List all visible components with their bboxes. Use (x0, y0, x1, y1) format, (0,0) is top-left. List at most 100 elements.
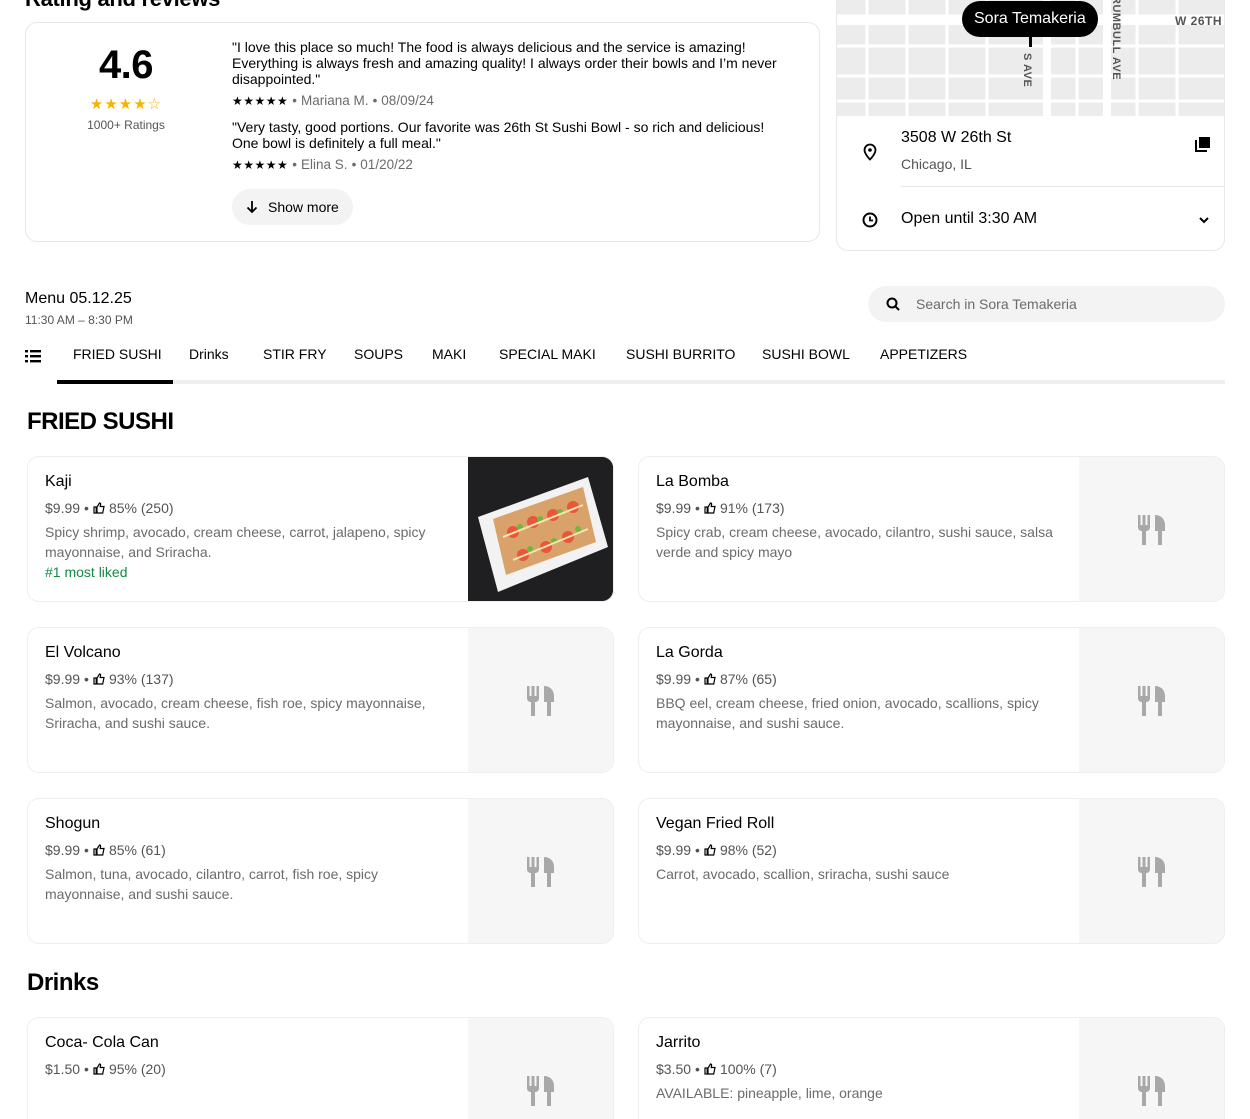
tab-active-indicator (57, 380, 173, 384)
separator: • (372, 93, 378, 108)
item-likes: 85% (61) (108, 842, 166, 858)
item-meta: $9.99 • 87% (65) (656, 671, 777, 687)
menu-item-card[interactable]: Shogun $9.99 • 85% (61) Salmon, tuna, av… (27, 798, 614, 944)
item-meta: $1.50 • 95% (20) (45, 1061, 166, 1077)
menu-item-card[interactable]: Vegan Fried Roll $9.99 • 98% (52) Carrot… (638, 798, 1225, 944)
store-address: 3508 W 26th St (901, 129, 1012, 146)
menu-item-card[interactable]: Jarrito $3.50 • 100% (7) AVAILABLE: pine… (638, 1017, 1225, 1119)
tab-appetizers[interactable]: APPETIZERS (880, 346, 967, 362)
copy-icon[interactable] (1194, 135, 1212, 153)
map-street-label: S AVE (1021, 53, 1033, 88)
item-placeholder-image (468, 1018, 613, 1119)
item-name: Jarrito (656, 1034, 701, 1051)
search-input[interactable] (916, 296, 1196, 312)
list-icon[interactable] (25, 348, 41, 364)
review-date: 01/20/22 (360, 157, 413, 172)
separator: • (84, 842, 89, 858)
separator: • (695, 671, 700, 687)
item-price: $9.99 (656, 671, 692, 687)
thumbs-up-icon (704, 673, 716, 685)
review-item: "Very tasty, good portions. Our favorite… (232, 119, 787, 172)
item-photo (468, 457, 613, 601)
item-price: $9.99 (45, 500, 81, 516)
item-likes: 98% (52) (719, 842, 777, 858)
menu-hours: 11:30 AM – 8:30 PM (25, 313, 133, 327)
review-meta: ★★★★★ • Elina S. • 01/20/22 (232, 157, 787, 172)
review-text: "Very tasty, good portions. Our favorite… (232, 119, 765, 151)
item-meta: $3.50 • 100% (7) (656, 1061, 777, 1077)
item-description: Carrot, avocado, scallion, sriracha, sus… (656, 866, 950, 882)
ratings-card: 4.6 ★★★★☆ 1000+ Ratings "I love this pla… (25, 22, 820, 242)
menu-item-card[interactable]: La Bomba $9.99 • 91% (173) Spicy crab, c… (638, 456, 1225, 602)
store-hours: Open until 3:30 AM (901, 210, 1038, 227)
item-name: Coca- Cola Can (45, 1034, 159, 1051)
item-description: Spicy crab, cream cheese, avocado, cilan… (656, 524, 1053, 560)
menu-item-card[interactable]: Coca- Cola Can $1.50 • 95% (20) (27, 1017, 614, 1119)
ratings-section-title: Rating and reviews (25, 0, 220, 12)
tab-drinks[interactable]: Drinks (189, 346, 229, 362)
separator: • (84, 671, 89, 687)
item-name: Vegan Fried Roll (656, 815, 775, 832)
separator: • (84, 1061, 89, 1077)
menu-item-card[interactable]: El Volcano $9.99 • 93% (137) Salmon, avo… (27, 627, 614, 773)
chevron-down-icon[interactable] (1196, 212, 1212, 228)
map[interactable]: W 26TH S AVE RUMBULL AVE Sora Temakeria (837, 0, 1224, 116)
menu-item-card[interactable]: La Gorda $9.99 • 87% (65) BBQ eel, cream… (638, 627, 1225, 773)
fork-knife-icon (526, 686, 554, 716)
search-icon (886, 297, 900, 311)
tab-fried-sushi[interactable]: FRIED SUSHI (73, 346, 162, 362)
review-stars: ★★★★★ (232, 93, 289, 108)
show-more-button[interactable]: Show more (232, 189, 353, 225)
item-likes: 95% (20) (108, 1061, 166, 1077)
tab-special-maki[interactable]: SPECIAL MAKI (499, 346, 596, 362)
item-description: Spicy shrimp, avocado, cream cheese, car… (45, 524, 426, 560)
review-text: "I love this place so much! The food is … (232, 39, 777, 87)
fork-knife-icon (526, 1076, 554, 1106)
separator: • (695, 500, 700, 516)
item-name: Kaji (45, 473, 72, 490)
item-meta: $9.99 • 93% (137) (45, 671, 174, 687)
tab-sushi-bowl[interactable]: SUSHI BOWL (762, 346, 850, 362)
item-likes: 85% (250) (108, 500, 174, 516)
separator: • (695, 842, 700, 858)
separator: • (292, 93, 298, 108)
tab-maki[interactable]: MAKI (432, 346, 466, 362)
thumbs-up-icon (93, 502, 105, 514)
item-description: AVAILABLE: pineapple, lime, orange (656, 1085, 883, 1101)
review-meta: ★★★★★ • Mariana M. • 08/09/24 (232, 93, 787, 108)
map-street-label: W 26TH (1175, 14, 1223, 28)
store-info-card: W 26TH S AVE RUMBULL AVE Sora Temakeria … (836, 0, 1225, 251)
item-description: Salmon, tuna, avocado, cilantro, carrot,… (45, 866, 379, 902)
tab-soups[interactable]: SOUPS (354, 346, 403, 362)
store-map-pin[interactable]: Sora Temakeria (962, 1, 1098, 37)
sushi-photo (468, 457, 613, 601)
clock-icon (862, 212, 878, 228)
store-city: Chicago, IL (901, 156, 972, 172)
item-likes: 91% (173) (719, 500, 785, 516)
item-placeholder-image (468, 799, 613, 943)
tabs-underline-track (57, 380, 1225, 384)
item-price: $9.99 (45, 842, 81, 858)
menu-search[interactable] (868, 286, 1225, 322)
review-date: 08/09/24 (381, 93, 434, 108)
item-name: Shogun (45, 815, 101, 832)
item-placeholder-image (1079, 628, 1224, 772)
tab-sushi-burrito[interactable]: SUSHI BURRITO (626, 346, 735, 362)
review-stars: ★★★★★ (232, 157, 289, 172)
item-placeholder-image (468, 628, 613, 772)
review-item: "I love this place so much! The food is … (232, 39, 787, 108)
item-name: El Volcano (45, 644, 121, 661)
item-name: La Gorda (656, 644, 723, 661)
category-heading: Drinks (27, 969, 99, 996)
category-tabs: FRIED SUSHI Drinks STIR FRY SOUPS MAKI S… (25, 336, 1225, 384)
rating-score: 4.6 (98, 43, 154, 87)
item-meta: $9.99 • 91% (173) (656, 500, 785, 516)
review-author: Elina S. (301, 157, 348, 172)
menu-item-card[interactable]: Kaji $9.99 • 85% (250) Spicy shrimp, avo… (27, 456, 614, 602)
rating-stars: ★★★★☆ (89, 96, 163, 113)
thumbs-up-icon (93, 844, 105, 856)
thumbs-up-icon (704, 844, 716, 856)
most-liked-badge: #1 most liked (45, 564, 128, 580)
tab-stir-fry[interactable]: STIR FRY (263, 346, 327, 362)
item-price: $9.99 (656, 842, 692, 858)
